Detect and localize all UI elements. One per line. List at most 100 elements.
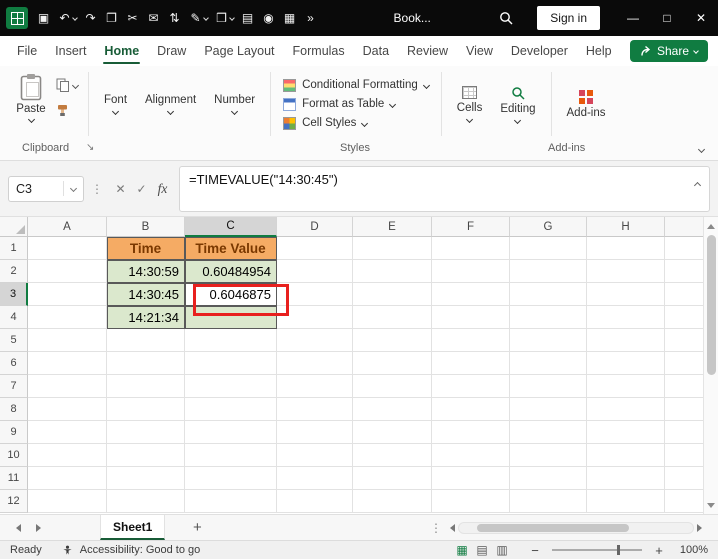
cell-B7[interactable]	[107, 375, 185, 398]
column-header-B[interactable]: B	[107, 217, 185, 237]
cell-F9[interactable]	[432, 421, 510, 444]
cell-E8[interactable]	[353, 398, 432, 421]
cell-H4[interactable]	[587, 306, 665, 329]
cell-H6[interactable]	[587, 352, 665, 375]
cell-H2[interactable]	[587, 260, 665, 283]
cell-B1[interactable]: Time	[107, 237, 185, 260]
excel-app-icon[interactable]	[6, 7, 28, 29]
cell-E9[interactable]	[353, 421, 432, 444]
cell-G1[interactable]	[510, 237, 587, 260]
cell-A4[interactable]	[28, 306, 107, 329]
cell-C9[interactable]	[185, 421, 277, 444]
number-group-button[interactable]: Number	[205, 94, 264, 116]
maximize-button[interactable]: □	[650, 0, 684, 36]
tab-developer[interactable]: Developer	[502, 36, 577, 66]
search-icon[interactable]	[491, 0, 521, 36]
cell-E12[interactable]	[353, 490, 432, 513]
cell-F11[interactable]	[432, 467, 510, 490]
cell-H9[interactable]	[587, 421, 665, 444]
tab-data[interactable]: Data	[354, 36, 398, 66]
tab-file[interactable]: File	[8, 36, 46, 66]
cell-D1[interactable]	[277, 237, 353, 260]
cell-B6[interactable]	[107, 352, 185, 375]
column-header-C[interactable]: C	[185, 217, 277, 237]
clipboard-dialog-launcher-icon[interactable]: ↘	[86, 142, 94, 153]
horizontal-scrollbar[interactable]	[450, 521, 702, 534]
cell-C5[interactable]	[185, 329, 277, 352]
format-painter-button[interactable]	[56, 104, 78, 117]
page-break-preview-icon[interactable]: ▥	[494, 543, 510, 557]
row-header-2[interactable]: 2	[0, 260, 28, 283]
cell-F5[interactable]	[432, 329, 510, 352]
cell-F7[interactable]	[432, 375, 510, 398]
cell-B10[interactable]	[107, 444, 185, 467]
row-header-3[interactable]: 3	[0, 283, 28, 306]
minimize-button[interactable]: —	[616, 0, 650, 36]
normal-view-icon[interactable]: ▦	[454, 543, 470, 557]
row-header-5[interactable]: 5	[0, 329, 28, 352]
cell-G3[interactable]	[510, 283, 587, 306]
cell-D9[interactable]	[277, 421, 353, 444]
cell-B12[interactable]	[107, 490, 185, 513]
column-header-E[interactable]: E	[353, 217, 432, 237]
camera-icon[interactable]: ◉	[258, 5, 279, 31]
cell-H8[interactable]	[587, 398, 665, 421]
cell-G7[interactable]	[510, 375, 587, 398]
add-ins-button[interactable]: Add-ins	[558, 89, 615, 119]
cell-A3[interactable]	[28, 283, 107, 306]
tab-insert[interactable]: Insert	[46, 36, 95, 66]
zoom-in-button[interactable]: +	[652, 543, 666, 558]
select-all-corner[interactable]	[0, 217, 28, 237]
cell-G11[interactable]	[510, 467, 587, 490]
cell-C11[interactable]	[185, 467, 277, 490]
cell-A1[interactable]	[28, 237, 107, 260]
insert-function-icon[interactable]: fx	[152, 178, 173, 200]
cell-E11[interactable]	[353, 467, 432, 490]
cell-D2[interactable]	[277, 260, 353, 283]
row-header-1[interactable]: 1	[0, 237, 28, 260]
cell-B5[interactable]	[107, 329, 185, 352]
cell-E5[interactable]	[353, 329, 432, 352]
tab-home[interactable]: Home	[95, 36, 148, 66]
cell-H3[interactable]	[587, 283, 665, 306]
cell-A9[interactable]	[28, 421, 107, 444]
zoom-slider-thumb[interactable]	[616, 545, 620, 555]
cell-D11[interactable]	[277, 467, 353, 490]
font-group-button[interactable]: Font	[95, 94, 136, 116]
cell-A2[interactable]	[28, 260, 107, 283]
column-header-F[interactable]: F	[432, 217, 510, 237]
cell-G4[interactable]	[510, 306, 587, 329]
cell-H10[interactable]	[587, 444, 665, 467]
cell-D10[interactable]	[277, 444, 353, 467]
horizontal-scroll-track[interactable]	[458, 521, 694, 534]
cell-F3[interactable]	[432, 283, 510, 306]
cell-styles-button[interactable]: Cell Styles	[283, 116, 429, 130]
cell-G10[interactable]	[510, 444, 587, 467]
cell-B4[interactable]: 14:21:34	[107, 306, 185, 329]
cell-D5[interactable]	[277, 329, 353, 352]
cell-G8[interactable]	[510, 398, 587, 421]
cut-icon[interactable]: ✂	[122, 5, 143, 31]
workbook-title[interactable]: Book...	[394, 11, 431, 25]
editing-group-button[interactable]: Editing	[491, 86, 544, 124]
more-commands-icon[interactable]: »	[300, 5, 321, 31]
format-as-table-button[interactable]: Format as Table	[283, 97, 429, 111]
sheet-scroll-splitter[interactable]: ⋮	[430, 521, 442, 535]
cell-A11[interactable]	[28, 467, 107, 490]
redo-icon[interactable]: ↷	[80, 5, 101, 31]
page-layout-view-icon[interactable]: ▤	[474, 543, 490, 557]
save-icon[interactable]: ▣	[33, 5, 54, 31]
cell-B8[interactable]	[107, 398, 185, 421]
cell-H11[interactable]	[587, 467, 665, 490]
cell-C10[interactable]	[185, 444, 277, 467]
cell-A8[interactable]	[28, 398, 107, 421]
column-header-A[interactable]: A	[28, 217, 107, 237]
conditional-formatting-button[interactable]: Conditional Formatting	[283, 78, 430, 92]
cell-E4[interactable]	[353, 306, 432, 329]
cell-H12[interactable]	[587, 490, 665, 513]
sign-in-button[interactable]: Sign in	[537, 6, 600, 30]
close-button[interactable]: ✕	[684, 0, 718, 36]
row-header-10[interactable]: 10	[0, 444, 28, 467]
cell-F1[interactable]	[432, 237, 510, 260]
share-button[interactable]: Share	[629, 40, 708, 62]
